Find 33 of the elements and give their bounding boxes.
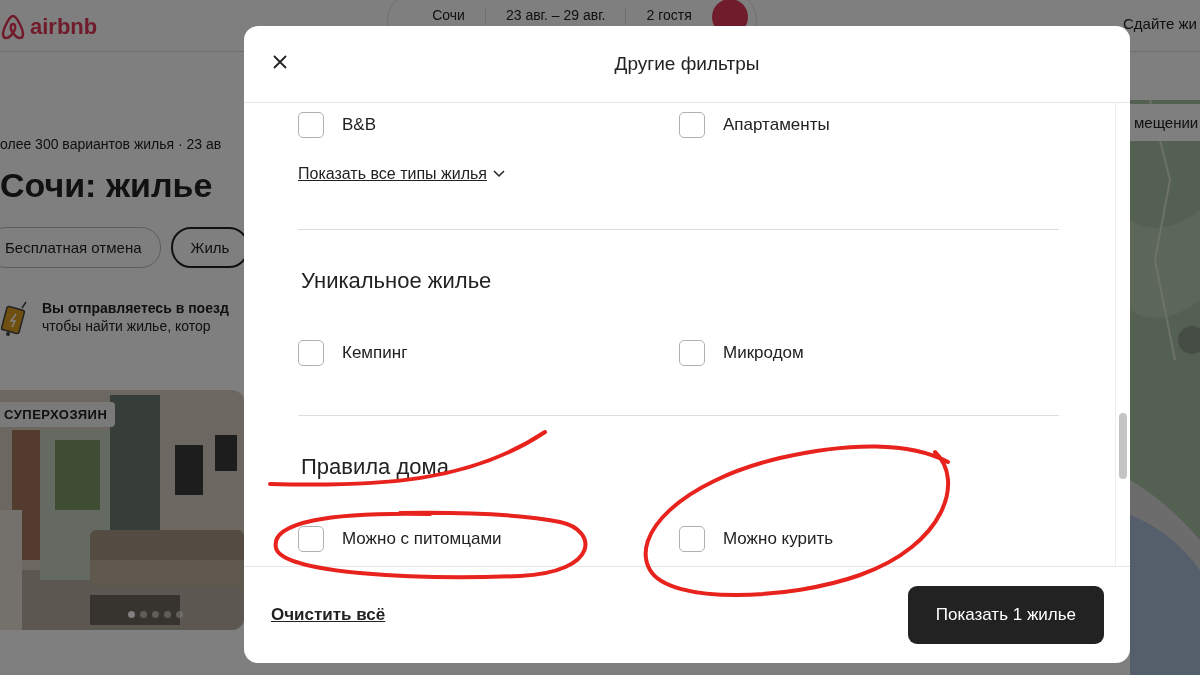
host-link[interactable]: Сдайте жи — [1123, 0, 1200, 32]
banner-text: чтобы найти жилье, котор — [42, 318, 212, 334]
chevron-down-icon — [493, 170, 505, 178]
checkbox[interactable] — [298, 112, 324, 138]
checkbox-label[interactable]: Можно курить — [723, 529, 834, 549]
superhost-badge: СУПЕРХОЗЯИН — [0, 402, 116, 427]
carousel-dot[interactable] — [128, 611, 135, 618]
clear-all-link[interactable]: Очистить всё — [271, 605, 386, 625]
dates-text[interactable]: 23 авг. – 29 авг. — [485, 7, 627, 23]
checkbox[interactable] — [679, 526, 705, 552]
show-all-link[interactable]: Показать все типы жилья — [298, 165, 505, 183]
checkbox[interactable] — [679, 112, 705, 138]
checkbox-label[interactable]: Можно с питомцами — [342, 529, 502, 549]
checkbox-label[interactable]: Микродом — [723, 343, 804, 363]
location-text[interactable]: Сочи — [412, 7, 486, 23]
logo-icon[interactable] — [0, 12, 26, 42]
checkbox[interactable] — [298, 526, 324, 552]
results-summary: олее 300 вариантов жилья · 23 ав — [0, 136, 223, 152]
guests-text[interactable]: 2 гостя — [626, 7, 712, 23]
checkbox-label[interactable]: Кемпинг — [342, 343, 408, 363]
page-title: Сочи: жилье — [0, 166, 214, 205]
filter-chip[interactable]: Бесплатная отмена — [0, 227, 161, 268]
close-icon — [272, 54, 288, 70]
checkbox[interactable] — [298, 340, 324, 366]
checkbox-label[interactable]: B&B — [342, 115, 377, 135]
banner-title: Вы отправляетесь в поезд — [42, 300, 229, 316]
show-results-button[interactable]: Показать 1 жилье — [907, 586, 1104, 644]
dialog-title: Другие фильтры — [614, 53, 760, 75]
scrollbar[interactable] — [1119, 413, 1127, 479]
checkbox-label[interactable]: Апартаменты — [723, 115, 830, 135]
map-toggle[interactable]: мещении — [1130, 104, 1200, 141]
section-heading: Уникальное жилье — [301, 268, 493, 294]
checkbox[interactable] — [679, 340, 705, 366]
